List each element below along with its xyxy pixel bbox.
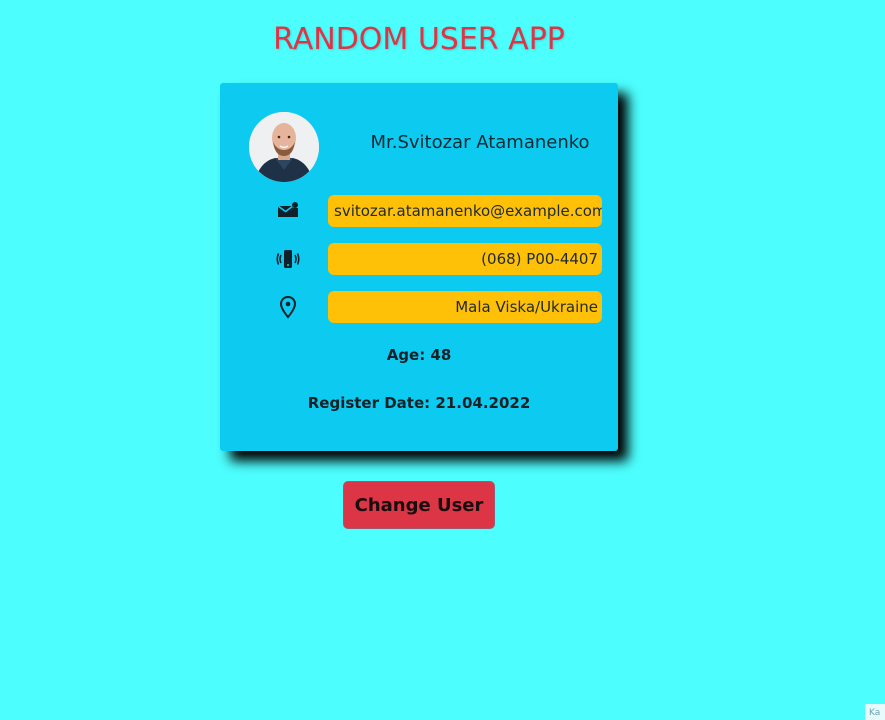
user-register-date: Register Date: 21.04.2022 <box>307 394 531 412</box>
phone-row: (068) P00-4407 <box>220 243 618 275</box>
email-value: svitozar.atamanenko@example.com <box>328 195 602 227</box>
page: RANDOM USER APP Mr.Svitozar Atamanenko s… <box>0 0 885 720</box>
avatar-photo-icon <box>249 112 319 182</box>
user-card: Mr.Svitozar Atamanenko svitozar.atamanen… <box>220 83 618 451</box>
user-avatar <box>249 112 319 182</box>
mail-icon <box>276 199 300 223</box>
location-pin-icon <box>276 295 300 319</box>
user-name: Mr.Svitozar Atamanenko <box>370 132 590 153</box>
user-age: Age: 48 <box>386 346 452 364</box>
phone-vibrate-icon <box>276 247 300 271</box>
location-row: Mala Viska/Ukraine <box>220 291 618 323</box>
phone-value: (068) P00-4407 <box>328 243 602 275</box>
change-user-button[interactable]: Change User <box>343 481 495 529</box>
email-row: svitozar.atamanenko@example.com <box>220 195 618 227</box>
app-title: RANDOM USER APP <box>273 22 565 57</box>
location-value: Mala Viska/Ukraine <box>328 291 602 323</box>
corner-tab[interactable]: Ka <box>865 704 885 720</box>
